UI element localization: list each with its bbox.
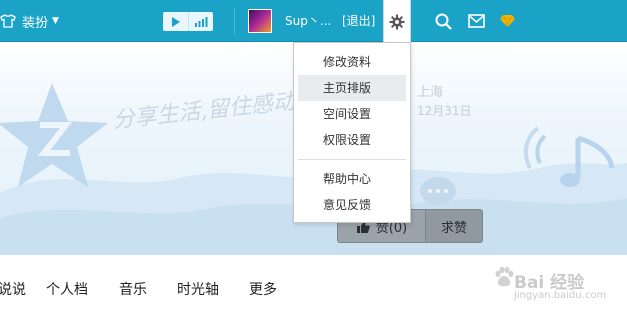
nav-item-music[interactable]: 音乐 <box>119 279 147 299</box>
menu-item-permission-settings[interactable]: 权限设置 <box>298 127 406 153</box>
dress-up-menu[interactable]: 装扮 ▼ <box>0 0 70 42</box>
ask-like-button[interactable]: 求赞 <box>425 209 483 243</box>
username[interactable]: Sup丶... <box>285 0 331 42</box>
music-button[interactable] <box>188 12 213 31</box>
settings-dropdown-menu: 修改资料 主页排版 空间设置 权限设置 帮助中心 意见反馈 <box>293 42 411 223</box>
date-text: 12月31日 <box>417 104 472 118</box>
diamond-icon <box>499 15 515 27</box>
menu-item-feedback[interactable]: 意见反馈 <box>298 192 406 218</box>
vip-diamond-button[interactable] <box>495 0 519 42</box>
play-button[interactable] <box>163 12 188 31</box>
dress-up-label: 装扮 <box>22 15 49 31</box>
topbar-divider <box>234 8 235 34</box>
nav-item-more[interactable]: 更多 <box>249 279 277 299</box>
watermark-url: jingyan.baidu.com <box>514 290 607 301</box>
nav-item-shuoshuo[interactable]: 说说 <box>0 279 26 299</box>
menu-item-help-center[interactable]: 帮助中心 <box>298 166 406 192</box>
settings-button[interactable] <box>383 0 411 43</box>
search-icon <box>435 13 452 30</box>
logout-link[interactable]: [退出] <box>342 0 375 42</box>
nav-item-profile[interactable]: 个人档 <box>46 279 88 299</box>
media-controls <box>163 12 213 31</box>
search-button[interactable] <box>431 0 455 42</box>
top-navigation-bar: 装扮 ▼ Sup丶... [退出] <box>0 0 627 43</box>
ask-like-label: 求赞 <box>440 220 467 236</box>
mail-icon <box>467 14 485 28</box>
play-icon <box>171 16 180 27</box>
menu-item-space-settings[interactable]: 空间设置 <box>298 101 406 127</box>
menu-item-edit-profile[interactable]: 修改资料 <box>298 49 406 75</box>
menu-item-homepage-layout[interactable]: 主页排版 <box>298 75 406 101</box>
avatar[interactable] <box>248 9 272 33</box>
gear-icon <box>389 14 405 29</box>
menu-separator <box>298 159 406 160</box>
mail-button[interactable] <box>464 0 488 42</box>
baidu-paw-icon <box>495 266 514 287</box>
shirt-icon <box>0 14 16 28</box>
location-text: 上海 <box>417 85 444 100</box>
music-bars-icon <box>194 16 207 27</box>
nav-item-timeline[interactable]: 时光轴 <box>177 279 219 299</box>
caret-down-icon: ▼ <box>52 16 59 26</box>
